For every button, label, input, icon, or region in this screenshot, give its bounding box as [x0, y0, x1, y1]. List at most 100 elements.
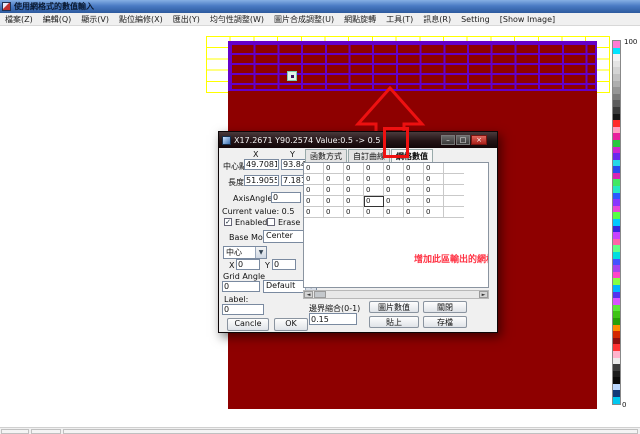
palette-swatch[interactable]	[613, 100, 620, 107]
palette-swatch[interactable]	[613, 107, 620, 114]
grid-cell[interactable]	[444, 174, 464, 185]
grid-cell[interactable]: 0	[304, 185, 324, 196]
grid-cell[interactable]: 0	[364, 163, 384, 174]
menu-item-2[interactable]: 編輯(Q)	[38, 13, 77, 26]
tab-function-mode[interactable]: 函數方式	[305, 149, 347, 162]
palette-swatch[interactable]	[613, 397, 620, 404]
palette-swatch[interactable]	[613, 166, 620, 173]
palette-swatch[interactable]	[613, 292, 620, 299]
grid-cell[interactable]: 0	[304, 196, 324, 207]
grid-cell[interactable]: 0	[404, 196, 424, 207]
grid-cell[interactable]: 0	[364, 196, 384, 207]
grid-cell[interactable]: 0	[424, 163, 444, 174]
length-x-field[interactable]	[244, 175, 279, 186]
grid-cell[interactable]: 0	[344, 196, 364, 207]
scroll-left-icon[interactable]: ◄	[304, 291, 313, 298]
palette-swatch[interactable]	[613, 67, 620, 74]
palette-swatch[interactable]	[613, 272, 620, 279]
grid-cell[interactable]: 0	[304, 163, 324, 174]
palette-swatch[interactable]	[613, 358, 620, 365]
palette-swatch[interactable]	[613, 212, 620, 219]
grid-cell[interactable]: 0	[344, 185, 364, 196]
palette-swatch[interactable]	[613, 371, 620, 378]
palette-swatch[interactable]	[613, 41, 620, 48]
grid-cell[interactable]	[444, 196, 464, 207]
palette-swatch[interactable]	[613, 325, 620, 332]
palette-swatch[interactable]	[613, 114, 620, 121]
palette-swatch[interactable]	[613, 390, 620, 397]
cancel-button[interactable]: Cancle	[227, 318, 269, 331]
erase-dots-checkbox[interactable]	[267, 218, 275, 226]
palette-swatch[interactable]	[613, 344, 620, 351]
label-field[interactable]	[222, 304, 264, 315]
menu-item-5[interactable]: 匯出(Y)	[168, 13, 205, 26]
grid-cell[interactable]: 0	[364, 207, 384, 218]
grid-cell[interactable]: 0	[384, 174, 404, 185]
palette-swatch[interactable]	[613, 74, 620, 81]
axis-angle-field[interactable]	[271, 192, 301, 203]
palette-swatch[interactable]	[613, 331, 620, 338]
boundary-shrink-field[interactable]	[309, 313, 357, 325]
palette-swatch[interactable]	[613, 199, 620, 206]
palette-swatch[interactable]	[613, 226, 620, 233]
palette-swatch[interactable]	[613, 147, 620, 154]
grid-cell[interactable]: 0	[424, 174, 444, 185]
palette-swatch[interactable]	[613, 219, 620, 226]
grid-cell[interactable]: 0	[424, 207, 444, 218]
palette-swatch[interactable]	[613, 351, 620, 358]
palette-swatch[interactable]	[613, 87, 620, 94]
palette-swatch[interactable]	[613, 239, 620, 246]
grid-cell[interactable]: 0	[324, 163, 344, 174]
palette-swatch[interactable]	[613, 186, 620, 193]
grid-cell[interactable]: 0	[384, 163, 404, 174]
palette-swatch[interactable]	[613, 54, 620, 61]
grid-cell[interactable]: 0	[324, 207, 344, 218]
save-button[interactable]: 存檔	[423, 316, 467, 328]
grid-cell[interactable]: 0	[304, 207, 324, 218]
palette-swatch[interactable]	[613, 298, 620, 305]
x-offset-field[interactable]	[236, 259, 260, 270]
grid-cell[interactable]: 0	[384, 185, 404, 196]
paste-button[interactable]: 貼上	[369, 316, 419, 328]
menu-item-1[interactable]: 檔案(Z)	[0, 13, 38, 26]
palette-swatch[interactable]	[613, 318, 620, 325]
palette-swatch[interactable]	[613, 173, 620, 180]
palette-swatch[interactable]	[613, 245, 620, 252]
close-dialog-button[interactable]: 關閉	[423, 301, 467, 313]
palette-swatch[interactable]	[613, 232, 620, 239]
grid-angle-field[interactable]	[222, 281, 260, 292]
grid-cell[interactable]: 0	[424, 196, 444, 207]
grid-cell[interactable]	[444, 185, 464, 196]
ok-button[interactable]: OK	[274, 318, 308, 331]
y-offset-field[interactable]	[272, 259, 296, 270]
scroll-right-icon[interactable]: ►	[479, 291, 488, 298]
menu-item-10[interactable]: 訊息(R)	[418, 13, 456, 26]
palette-swatch[interactable]	[613, 81, 620, 88]
scrollbar-thumb[interactable]	[314, 291, 326, 298]
grid-cell[interactable]: 0	[424, 185, 444, 196]
menu-item-11[interactable]: Setting	[456, 13, 495, 26]
grid-cell[interactable]: 0	[404, 185, 424, 196]
enabled-checkbox[interactable]: ✓	[224, 218, 232, 226]
grid-cell[interactable]: 0	[324, 185, 344, 196]
palette-swatch[interactable]	[613, 305, 620, 312]
palette-swatch[interactable]	[613, 377, 620, 384]
minimize-button[interactable]: –	[441, 135, 455, 145]
palette-swatch[interactable]	[613, 48, 620, 55]
palette-swatch[interactable]	[613, 311, 620, 318]
palette-swatch[interactable]	[613, 140, 620, 147]
palette-swatch[interactable]	[613, 120, 620, 127]
grid-cell[interactable]: 0	[384, 196, 404, 207]
palette-swatch[interactable]	[613, 259, 620, 266]
image-values-button[interactable]: 圖片數值	[369, 301, 419, 313]
grid-cell[interactable]: 0	[324, 174, 344, 185]
menu-item-8[interactable]: 網點旋轉	[339, 13, 381, 26]
menu-item-4[interactable]: 點位編修(X)	[114, 13, 168, 26]
grid-cell[interactable]	[444, 163, 464, 174]
grid-point-marker[interactable]	[287, 71, 297, 81]
close-button[interactable]: ×	[471, 135, 487, 145]
palette-swatch[interactable]	[613, 193, 620, 200]
grid-cell[interactable]: 0	[364, 174, 384, 185]
grid-cell[interactable]: 0	[344, 174, 364, 185]
palette-swatch[interactable]	[613, 127, 620, 134]
